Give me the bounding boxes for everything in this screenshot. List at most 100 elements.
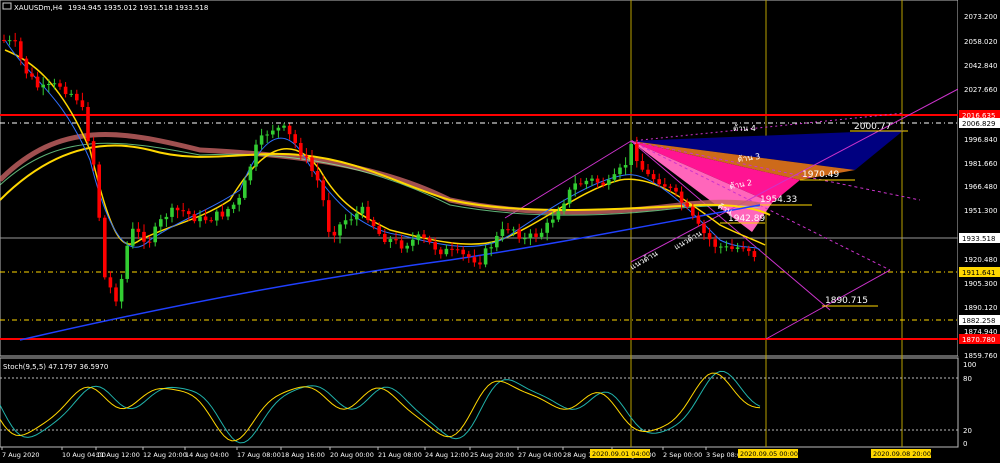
- candle-body[interactable]: [523, 238, 527, 240]
- candle-body[interactable]: [528, 233, 533, 239]
- candle-body[interactable]: [136, 228, 141, 232]
- candle-body[interactable]: [237, 197, 241, 205]
- candle-body[interactable]: [310, 157, 314, 171]
- candle-body[interactable]: [47, 84, 51, 86]
- candle-body[interactable]: [69, 93, 73, 95]
- candle-body[interactable]: [573, 183, 577, 190]
- candle-body[interactable]: [63, 86, 68, 95]
- candle-body[interactable]: [75, 93, 79, 101]
- candle-body[interactable]: [719, 246, 723, 248]
- candle-body[interactable]: [405, 245, 409, 249]
- candle-body[interactable]: [629, 143, 633, 165]
- candle-body[interactable]: [567, 189, 572, 204]
- candle-body[interactable]: [439, 249, 443, 255]
- candle-body[interactable]: [80, 100, 85, 107]
- candle-body[interactable]: [427, 237, 432, 243]
- candle-body[interactable]: [159, 219, 163, 227]
- candle-body[interactable]: [506, 229, 510, 231]
- candle-body[interactable]: [416, 234, 421, 240]
- candle-body[interactable]: [388, 239, 393, 242]
- candle-body[interactable]: [472, 257, 477, 263]
- candle-body[interactable]: [203, 216, 208, 221]
- candle-body[interactable]: [730, 246, 734, 249]
- candle-body[interactable]: [360, 206, 365, 214]
- candle-body[interactable]: [192, 214, 197, 222]
- candle-body[interactable]: [198, 216, 202, 222]
- candle-body[interactable]: [52, 83, 57, 85]
- candle-body[interactable]: [164, 216, 169, 220]
- candle-body[interactable]: [551, 219, 555, 223]
- candle-body[interactable]: [450, 248, 454, 250]
- candle-body[interactable]: [422, 234, 426, 238]
- candle-body[interactable]: [41, 84, 45, 88]
- candle-body[interactable]: [702, 223, 706, 234]
- candle-body[interactable]: [685, 202, 689, 207]
- candle-body[interactable]: [747, 248, 751, 252]
- candle-body[interactable]: [287, 125, 292, 135]
- candle-body[interactable]: [444, 248, 449, 255]
- candle-body[interactable]: [215, 211, 219, 221]
- candle-body[interactable]: [254, 144, 258, 167]
- candle-body[interactable]: [119, 278, 124, 302]
- candle-body[interactable]: [612, 174, 617, 180]
- candle-body[interactable]: [315, 170, 320, 181]
- candle-body[interactable]: [556, 211, 561, 220]
- candle-body[interactable]: [114, 287, 118, 302]
- candle-body[interactable]: [455, 249, 460, 251]
- candle-body[interactable]: [411, 239, 415, 246]
- candle-body[interactable]: [293, 134, 297, 143]
- candle-body[interactable]: [371, 219, 376, 227]
- candle-body[interactable]: [668, 186, 673, 188]
- price-axis[interactable]: 2073.200 2058.020 2042.840 2027.660 1996.840…: [958, 0, 1000, 360]
- candle-body[interactable]: [142, 231, 146, 242]
- candle-body[interactable]: [539, 232, 544, 237]
- candle-body[interactable]: [181, 210, 185, 212]
- candle-body[interactable]: [259, 135, 264, 145]
- candle-body[interactable]: [623, 164, 628, 168]
- candle-body[interactable]: [691, 206, 695, 216]
- candle-body[interactable]: [618, 167, 622, 175]
- candle-body[interactable]: [545, 222, 549, 233]
- candle-body[interactable]: [579, 183, 583, 185]
- candle-body[interactable]: [696, 215, 701, 224]
- candle-body[interactable]: [517, 229, 521, 239]
- candle-body[interactable]: [399, 240, 404, 249]
- candle-body[interactable]: [713, 239, 717, 247]
- candle-body[interactable]: [752, 251, 757, 257]
- candle-body[interactable]: [607, 179, 611, 185]
- candle-body[interactable]: [271, 130, 275, 135]
- candle-body[interactable]: [231, 204, 236, 209]
- candle-body[interactable]: [226, 208, 230, 217]
- candle-body[interactable]: [674, 187, 678, 192]
- candle-body[interactable]: [366, 206, 370, 220]
- candle-body[interactable]: [97, 164, 101, 218]
- candle-body[interactable]: [601, 182, 605, 185]
- candle-body[interactable]: [147, 241, 152, 243]
- candle-body[interactable]: [30, 73, 34, 77]
- candle-body[interactable]: [175, 207, 180, 211]
- candle-body[interactable]: [282, 125, 286, 128]
- candle-body[interactable]: [707, 233, 712, 240]
- candle-body[interactable]: [13, 40, 17, 42]
- candle-body[interactable]: [19, 41, 23, 59]
- candle-body[interactable]: [265, 134, 269, 136]
- candle-body[interactable]: [304, 155, 309, 158]
- candle-body[interactable]: [663, 184, 667, 187]
- candle-body[interactable]: [595, 178, 600, 183]
- candle-body[interactable]: [584, 180, 589, 185]
- candle-body[interactable]: [640, 161, 645, 170]
- candle-body[interactable]: [349, 219, 353, 221]
- candle-body[interactable]: [91, 141, 96, 165]
- candle-body[interactable]: [7, 40, 12, 42]
- candle-body[interactable]: [534, 233, 538, 237]
- candle-body[interactable]: [24, 58, 29, 74]
- candle-body[interactable]: [299, 142, 303, 156]
- candle-body[interactable]: [153, 226, 157, 243]
- candle-body[interactable]: [495, 235, 499, 248]
- candle-body[interactable]: [635, 143, 639, 162]
- candle-body[interactable]: [651, 174, 656, 180]
- candle-body[interactable]: [467, 254, 471, 258]
- candle-body[interactable]: [58, 83, 62, 87]
- candle-body[interactable]: [243, 180, 247, 198]
- candle-body[interactable]: [125, 245, 129, 279]
